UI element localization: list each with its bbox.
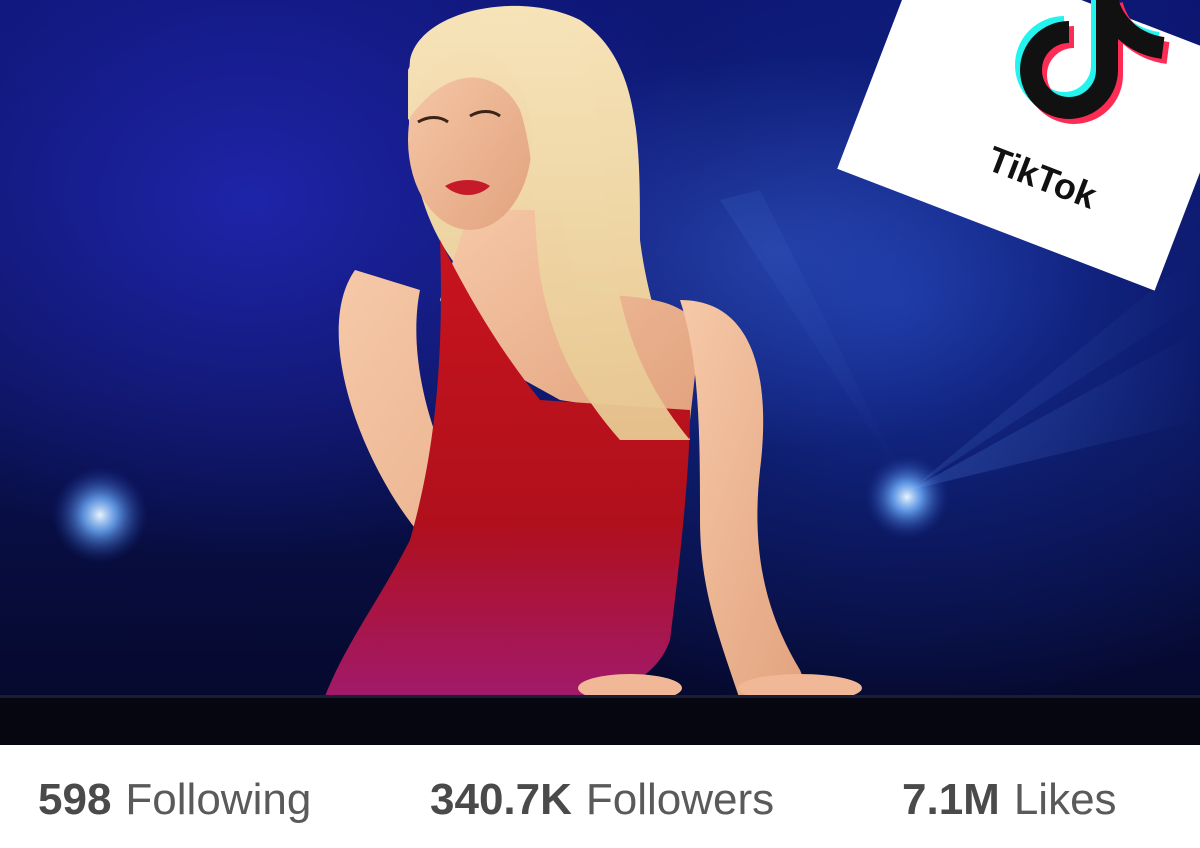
followers-count: 340.7K xyxy=(430,775,572,824)
profile-card: TikTok 598 Following 340.7K Followers 7.1M… xyxy=(0,0,1200,848)
stat-likes: 7.1M Likes xyxy=(902,775,1117,825)
stat-followers[interactable]: 340.7K Followers xyxy=(430,775,774,825)
tiktok-logo: TikTok xyxy=(982,0,1200,217)
stat-following[interactable]: 598 Following xyxy=(38,775,311,825)
following-label: Following xyxy=(125,775,312,824)
following-count: 598 xyxy=(38,775,112,824)
followers-label: Followers xyxy=(585,775,775,824)
performer-photo: TikTok xyxy=(0,0,1200,745)
tiktok-note-icon xyxy=(1015,0,1170,124)
profile-stats: 598 Following 340.7K Followers 7.1M Likes xyxy=(0,745,1200,848)
likes-count: 7.1M xyxy=(902,775,1000,824)
likes-label: Likes xyxy=(1013,775,1117,824)
